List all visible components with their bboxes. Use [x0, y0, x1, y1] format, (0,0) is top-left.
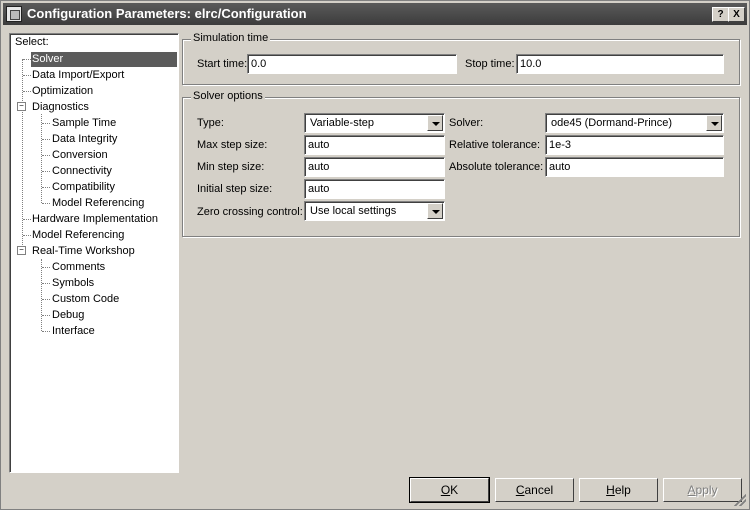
select-label: Select: — [15, 36, 49, 48]
tree-item-connectivity[interactable]: Connectivity — [52, 164, 112, 179]
tree-panel: Select: − − Solver Data Import/Export Op… — [9, 33, 179, 473]
min-step-label: Min step size: — [197, 161, 265, 173]
apply-mnemonic: A — [687, 483, 696, 497]
apply-button: Apply — [663, 478, 742, 502]
collapse-rtw-icon[interactable]: − — [17, 246, 26, 255]
type-label: Type: — [197, 117, 224, 129]
tree-item-data-import-export[interactable]: Data Import/Export — [32, 68, 124, 83]
tree-item-diag-model-referencing[interactable]: Model Referencing — [52, 196, 144, 211]
help-label: elp — [614, 483, 631, 497]
zero-crossing-value: Use local settings — [310, 205, 397, 217]
chevron-down-icon[interactable] — [427, 115, 443, 131]
ok-mnemonic: O — [440, 483, 451, 497]
collapse-diagnostics-icon[interactable]: − — [17, 102, 26, 111]
tree-line — [42, 155, 50, 156]
tree-line — [23, 75, 31, 76]
tree-item-custom-code[interactable]: Custom Code — [52, 292, 119, 307]
tree-line — [42, 187, 50, 188]
solver-value: ode45 (Dormand-Prince) — [551, 117, 673, 129]
simulation-time-label: Simulation time — [191, 32, 271, 44]
zero-crossing-dropdown[interactable]: Use local settings — [304, 201, 445, 221]
tree-line — [23, 59, 31, 60]
relative-tolerance-input[interactable]: 1e-3 — [545, 135, 724, 155]
tree-line — [23, 91, 31, 92]
tree-line — [23, 219, 31, 220]
absolute-tolerance-input[interactable]: auto — [545, 157, 724, 177]
absolute-tolerance-label: Absolute tolerance: — [449, 161, 544, 173]
tree-item-diagnostics[interactable]: Diagnostics — [32, 100, 89, 115]
simulink-app-icon — [6, 6, 22, 22]
tree-line — [42, 331, 50, 332]
solver-label: Solver: — [449, 117, 484, 129]
chevron-down-icon[interactable] — [706, 115, 722, 131]
help-icon[interactable]: ? — [712, 7, 729, 22]
tree-item-hardware-implementation[interactable]: Hardware Implementation — [32, 212, 158, 227]
config-dialog: Configuration Parameters: elrc/Configura… — [0, 0, 750, 510]
tree-item-conversion[interactable]: Conversion — [52, 148, 108, 163]
tree-line — [42, 315, 50, 316]
close-icon[interactable]: X — [728, 7, 745, 22]
ok-button[interactable]: OK — [409, 477, 490, 503]
resize-grip-icon[interactable] — [734, 494, 746, 506]
stop-time-input[interactable]: 10.0 — [516, 54, 724, 74]
tree-item-model-referencing[interactable]: Model Referencing — [32, 228, 124, 243]
tree-item-data-integrity[interactable]: Data Integrity — [52, 132, 117, 147]
solver-options-label: Solver options — [191, 90, 265, 102]
title-bar[interactable]: Configuration Parameters: elrc/Configura… — [3, 3, 747, 25]
tree-item-comments[interactable]: Comments — [52, 260, 105, 275]
tree-item-real-time-workshop[interactable]: Real-Time Workshop — [32, 244, 135, 259]
tree-item-interface[interactable]: Interface — [52, 324, 95, 339]
tree-line — [41, 259, 42, 331]
initial-step-input[interactable]: auto — [304, 179, 445, 199]
chevron-down-icon[interactable] — [427, 203, 443, 219]
relative-tolerance-label: Relative tolerance: — [449, 139, 541, 151]
tree-line — [41, 114, 42, 203]
tree-item-sample-time[interactable]: Sample Time — [52, 116, 116, 131]
tree-item-compatibility[interactable]: Compatibility — [52, 180, 115, 195]
tree-line — [42, 203, 50, 204]
tree-line — [42, 171, 50, 172]
help-button[interactable]: Help — [579, 478, 658, 502]
ok-label: K — [450, 483, 459, 497]
tree-line — [42, 267, 50, 268]
solver-dropdown[interactable]: ode45 (Dormand-Prince) — [545, 113, 724, 133]
tree-item-debug[interactable]: Debug — [52, 308, 84, 323]
tree-line — [42, 139, 50, 140]
tree-line — [42, 299, 50, 300]
tree-line — [42, 123, 50, 124]
max-step-label: Max step size: — [197, 139, 268, 151]
max-step-input[interactable]: auto — [304, 135, 445, 155]
type-value: Variable-step — [310, 117, 374, 129]
tree-item-solver[interactable]: Solver — [31, 52, 177, 67]
cancel-label: ancel — [524, 483, 554, 497]
start-time-label: Start time: — [197, 58, 248, 70]
min-step-input[interactable]: auto — [304, 157, 445, 177]
window-title: Configuration Parameters: elrc/Configura… — [27, 6, 307, 21]
initial-step-label: Initial step size: — [197, 183, 273, 195]
stop-time-label: Stop time: — [465, 58, 515, 70]
tree-line — [22, 59, 23, 251]
tree-line — [42, 283, 50, 284]
zero-crossing-label: Zero crossing control: — [197, 206, 303, 218]
tree-item-optimization[interactable]: Optimization — [32, 84, 93, 99]
help-mnemonic: H — [606, 483, 615, 497]
type-dropdown[interactable]: Variable-step — [304, 113, 445, 133]
start-time-input[interactable]: 0.0 — [247, 54, 457, 74]
cancel-button[interactable]: Cancel — [495, 478, 574, 502]
apply-label: pply — [695, 483, 718, 497]
tree-item-symbols[interactable]: Symbols — [52, 276, 94, 291]
tree-line — [23, 235, 31, 236]
